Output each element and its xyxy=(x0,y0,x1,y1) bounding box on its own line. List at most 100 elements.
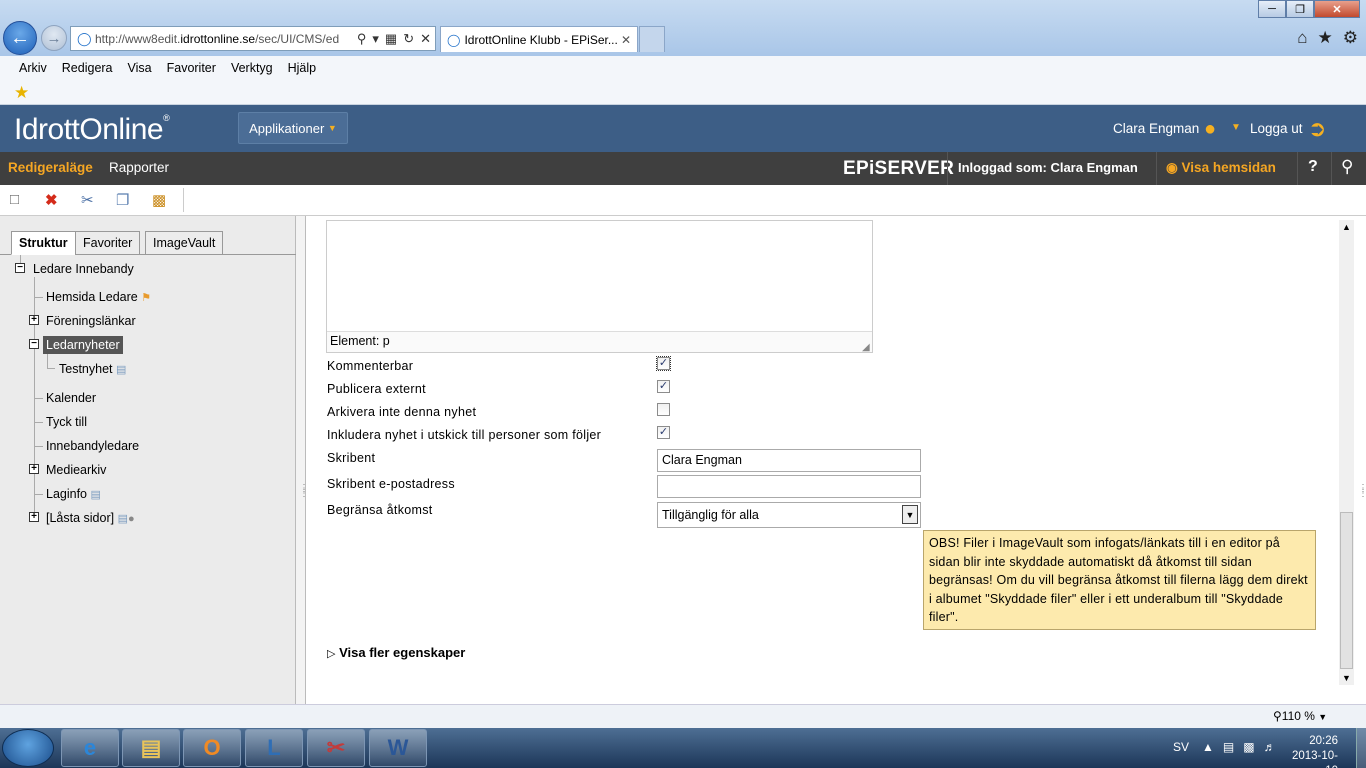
tree-item-ledare-innebandy[interactable]: Ledare Innebandy xyxy=(33,262,134,276)
address-bar[interactable]: ◯ http://www8edit.idrottonline.se/sec/UI… xyxy=(70,26,436,51)
volume-icon[interactable]: ♬ xyxy=(1264,740,1276,754)
menu-arkiv[interactable]: Arkiv xyxy=(19,61,47,75)
minimize-button[interactable]: ─ xyxy=(1258,0,1286,18)
tray-arrow-icon[interactable]: ▲ xyxy=(1202,740,1214,754)
panel-splitter[interactable] xyxy=(296,216,306,704)
scroll-up-icon[interactable]: ▲ xyxy=(1342,222,1351,232)
close-window-button[interactable]: ✕ xyxy=(1314,0,1360,18)
tree-item-kalender[interactable]: Kalender xyxy=(46,391,96,405)
lync-taskbar-icon[interactable]: L xyxy=(245,729,303,767)
arkivera-checkbox[interactable] xyxy=(657,403,670,416)
scroll-down-icon[interactable]: ▼ xyxy=(1342,673,1351,683)
compat-icon[interactable]: ▦ xyxy=(385,31,397,47)
device-icon[interactable]: ▤ xyxy=(1223,740,1234,754)
add-favorite-icon[interactable]: ★ xyxy=(14,83,29,103)
tree-item-mediearkiv[interactable]: Mediearkiv xyxy=(46,463,106,477)
back-button[interactable]: ← xyxy=(3,21,37,55)
edit-toolbar xyxy=(0,185,1366,216)
logout-icon[interactable]: ➲ xyxy=(1308,116,1326,142)
maximize-button[interactable]: ❐ xyxy=(1286,0,1314,18)
language-indicator[interactable]: SV xyxy=(1173,740,1189,754)
collapse-icon[interactable]: − xyxy=(29,339,39,349)
zoom-icon: ⚲ xyxy=(1273,709,1282,723)
search-icon[interactable]: ⚲ xyxy=(1341,157,1353,177)
favorites-star-icon[interactable]: ★ xyxy=(1318,28,1333,48)
tab-close-icon[interactable]: ✕ xyxy=(621,33,631,47)
help-button[interactable]: ? xyxy=(1308,158,1318,176)
more-properties-toggle[interactable]: ▷ Visa fler egenskaper xyxy=(327,645,465,660)
menu-redigera[interactable]: Redigera xyxy=(62,61,113,75)
delete-icon[interactable]: ✖ xyxy=(45,191,58,209)
dropdown-arrow-icon[interactable]: ▼ xyxy=(902,505,918,524)
new-tab-button[interactable] xyxy=(639,26,665,52)
publicera-externt-checkbox[interactable]: ✓ xyxy=(657,380,670,393)
clock[interactable]: 20:262013-10-10 xyxy=(1282,734,1338,768)
word-taskbar-icon[interactable]: W xyxy=(369,729,427,767)
dropdown-icon[interactable]: ▾ xyxy=(372,31,379,47)
forward-button[interactable]: → xyxy=(41,25,67,51)
tab-title: IdrottOnline Klubb - EPiSer... xyxy=(464,32,618,47)
divider xyxy=(947,152,948,185)
divider xyxy=(1297,152,1298,185)
show-desktop-button[interactable] xyxy=(1356,728,1366,768)
scrollbar-thumb[interactable] xyxy=(1340,512,1353,669)
tree-item-hemsida-ledare[interactable]: Hemsida Ledare ⚑ xyxy=(46,290,151,304)
tree-item-testnyhet[interactable]: Testnyhet ▤ xyxy=(59,362,126,376)
explorer-taskbar-icon[interactable]: ▤ xyxy=(122,729,180,767)
ie-taskbar-icon[interactable]: e xyxy=(61,729,119,767)
tree-item-laginfo[interactable]: Laginfo ▤ xyxy=(46,487,101,501)
user-chevron-icon[interactable]: ▼ xyxy=(1231,122,1241,133)
user-icon[interactable]: ● xyxy=(1204,118,1216,141)
browser-tab[interactable]: ◯ IdrottOnline Klubb - EPiSer... ✕ xyxy=(440,26,638,52)
tree-line xyxy=(47,368,55,369)
paste-icon[interactable]: ▩ xyxy=(152,191,166,209)
inkludera-checkbox[interactable]: ✓ xyxy=(657,426,670,439)
menu-verktyg[interactable]: Verktyg xyxy=(231,61,273,75)
copy-icon[interactable]: ❐ xyxy=(116,191,129,209)
tree-line xyxy=(35,297,43,298)
expand-icon[interactable]: + xyxy=(29,315,39,325)
collapse-icon[interactable]: − xyxy=(15,263,25,273)
start-button[interactable] xyxy=(2,729,54,767)
refresh-icon[interactable]: ↻ xyxy=(403,31,414,47)
stop-icon[interactable]: ✕ xyxy=(420,31,431,47)
tab-imagevault[interactable]: ImageVault xyxy=(145,231,224,255)
tab-struktur[interactable]: Struktur xyxy=(11,231,76,255)
expand-icon[interactable]: + xyxy=(29,512,39,522)
new-page-icon[interactable]: □ xyxy=(10,191,19,208)
cut-icon[interactable]: ✂ xyxy=(81,191,94,209)
search-icon[interactable]: ⚲ xyxy=(357,31,367,47)
tree-item-foreningslankar[interactable]: Föreningslänkar xyxy=(46,314,136,328)
tab-favoriter[interactable]: Favoriter xyxy=(75,231,141,255)
tree-item-ledarnyheter[interactable]: Ledarnyheter xyxy=(43,336,123,354)
tools-gear-icon[interactable]: ⚙ xyxy=(1343,28,1358,48)
right-splitter-grip-icon[interactable]: ⋮ ⋮ xyxy=(1358,484,1366,499)
logout-link[interactable]: Logga ut xyxy=(1250,121,1303,136)
view-site-link[interactable]: ◉ Visa hemsidan xyxy=(1166,160,1276,176)
applications-button[interactable]: Applikationer ▼ xyxy=(238,112,348,144)
tree-item-lasta-sidor[interactable]: [Låsta sidor] ▤● xyxy=(46,511,135,525)
menu-favoriter[interactable]: Favoriter xyxy=(167,61,216,75)
system-tray: ▲ ▤ ▩ ♬ xyxy=(1202,740,1276,754)
reports-link[interactable]: Rapporter xyxy=(109,160,169,175)
zoom-level[interactable]: ⚲110 % ▼ xyxy=(1273,709,1327,723)
publicera-externt-label: Publicera externt xyxy=(327,382,426,396)
menu-hjalp[interactable]: Hjälp xyxy=(288,61,317,75)
tree-item-innebandyledare[interactable]: Innebandyledare xyxy=(46,439,139,453)
tree-line xyxy=(35,446,43,447)
user-name[interactable]: Clara Engman xyxy=(1113,121,1199,136)
skribent-input[interactable]: Clara Engman xyxy=(657,449,921,472)
kommenterbar-checkbox[interactable]: ✓ xyxy=(656,356,671,371)
skribent-epost-input[interactable] xyxy=(657,475,921,498)
snipping-taskbar-icon[interactable]: ✂ xyxy=(307,729,365,767)
menu-visa[interactable]: Visa xyxy=(128,61,152,75)
network-icon[interactable]: ▩ xyxy=(1243,740,1254,754)
outlook-taskbar-icon[interactable]: O xyxy=(183,729,241,767)
tree-item-tyck-till[interactable]: Tyck till xyxy=(46,415,87,429)
edit-mode-link[interactable]: Redigeraläge xyxy=(8,160,93,175)
access-select[interactable]: Tillgänglig för alla xyxy=(657,502,921,528)
divider xyxy=(1156,152,1157,185)
expand-icon[interactable]: + xyxy=(29,464,39,474)
home-icon[interactable]: ⌂ xyxy=(1297,28,1307,48)
resize-handle-icon[interactable]: ◢ xyxy=(862,342,870,353)
